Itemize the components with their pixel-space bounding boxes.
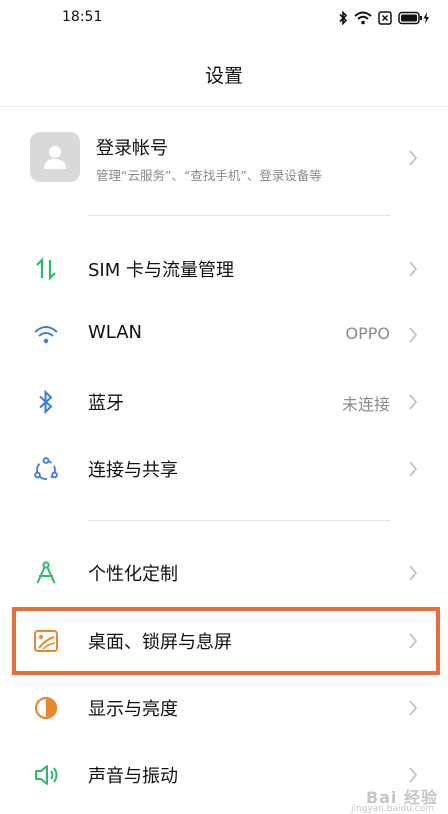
settings-row-sim[interactable]: SIM 卡与流量管理 — [0, 236, 448, 302]
settings-row-personalize[interactable]: 个性化定制 — [0, 540, 448, 606]
brightness-icon — [33, 695, 59, 721]
section-divider — [88, 520, 390, 521]
chevron-right-icon — [409, 261, 418, 277]
account-subtitle: 管理“云服务”、“查找手机”、登录设备等 — [96, 168, 322, 183]
settings-row-display[interactable]: 显示与亮度 — [0, 675, 448, 741]
chevron-right-icon — [409, 767, 418, 783]
chevron-right-icon — [409, 394, 418, 410]
speaker-icon — [33, 762, 59, 788]
settings-row-value: OPPO — [345, 324, 390, 343]
bluetooth-icon — [338, 11, 348, 25]
page-title: 设置 — [204, 65, 243, 87]
chevron-right-icon — [409, 461, 418, 477]
chevron-right-icon — [409, 150, 418, 166]
settings-row-label: WLAN — [88, 322, 143, 343]
sim-data-arrows-icon — [33, 256, 59, 282]
settings-row-value: 未连接 — [341, 395, 390, 414]
wifi-icon — [354, 11, 372, 25]
chevron-right-icon — [409, 700, 418, 716]
title-bar: 设置 — [0, 52, 448, 100]
settings-row-wlan[interactable]: WLAN OPPO — [0, 302, 448, 368]
chevron-right-icon — [409, 327, 418, 343]
status-bar: 18:51 — [0, 0, 448, 36]
status-icons — [338, 8, 430, 28]
battery-charging-icon — [398, 11, 430, 25]
bluetooth-icon — [33, 389, 59, 415]
avatar-person-icon — [44, 146, 66, 169]
settings-row-label: 蓝牙 — [88, 393, 124, 414]
connection-share-icon — [33, 456, 59, 482]
account-title: 登录帐号 — [96, 138, 168, 159]
settings-row-label: 连接与共享 — [88, 460, 178, 481]
chevron-right-icon — [409, 565, 418, 581]
highlight-annotation-box — [12, 607, 440, 675]
wifi-icon — [33, 322, 59, 348]
settings-row-connection[interactable]: 连接与共享 — [0, 436, 448, 502]
section-divider — [88, 215, 390, 216]
title-divider — [0, 106, 448, 107]
sim-x-icon — [378, 11, 392, 25]
status-time: 18:51 — [62, 9, 103, 25]
account-login-row[interactable]: 登录帐号 管理“云服务”、“查找手机”、登录设备等 — [0, 118, 448, 204]
settings-row-label: 个性化定制 — [88, 564, 178, 585]
settings-row-label: 显示与亮度 — [88, 699, 178, 720]
compass-icon — [33, 560, 59, 586]
avatar — [30, 132, 80, 182]
watermark-url: jingyan.baidu.com — [350, 804, 434, 814]
settings-row-label: SIM 卡与流量管理 — [88, 260, 234, 281]
settings-row-bluetooth[interactable]: 蓝牙 未连接 — [0, 369, 448, 435]
settings-row-label: 声音与振动 — [88, 766, 178, 787]
